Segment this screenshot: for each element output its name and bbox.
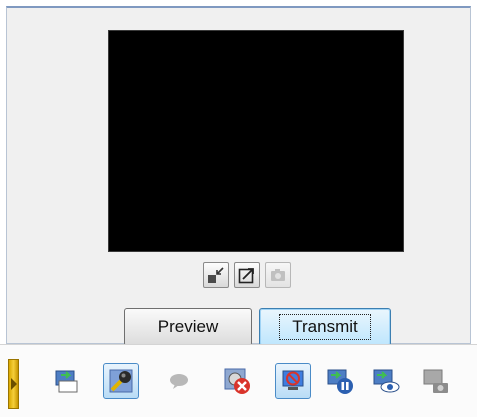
microphone-settings-icon	[109, 369, 133, 393]
transmit-label: Transmit	[279, 314, 371, 340]
video-preview-area	[108, 30, 404, 252]
stop-presentation-icon	[282, 370, 304, 390]
stop-presentation-button[interactable]	[275, 363, 311, 399]
pause-share-button[interactable]	[322, 363, 358, 399]
send-file-icon	[55, 370, 78, 393]
video-controls	[203, 262, 291, 288]
pause-share-icon	[327, 369, 353, 394]
stop-call-icon	[224, 368, 250, 394]
send-file-button[interactable]	[48, 363, 84, 399]
camera-share-icon	[423, 369, 448, 393]
video-panel: Preview Transmit	[6, 6, 471, 346]
snapshot-icon	[271, 269, 285, 281]
pop-out-video-button[interactable]	[234, 262, 260, 288]
stop-call-button[interactable]	[219, 363, 255, 399]
pop-out-video-icon	[238, 268, 254, 284]
chat-bubble-icon	[170, 374, 188, 389]
shrink-video-button[interactable]	[203, 262, 229, 288]
preview-button[interactable]: Preview	[124, 308, 252, 346]
view-share-button[interactable]	[368, 363, 404, 399]
shrink-video-icon	[208, 267, 224, 283]
snapshot-button[interactable]	[265, 262, 291, 288]
expand-arrow-icon	[11, 378, 17, 390]
preview-label: Preview	[157, 317, 219, 336]
toolbar-grip[interactable]	[8, 359, 19, 409]
chat-button[interactable]	[161, 363, 197, 399]
camera-share-button[interactable]	[418, 363, 454, 399]
microphone-settings-button[interactable]	[103, 363, 139, 399]
bottom-toolbar	[0, 344, 477, 417]
transmit-button[interactable]: Transmit	[259, 308, 391, 346]
view-share-icon	[373, 369, 400, 393]
